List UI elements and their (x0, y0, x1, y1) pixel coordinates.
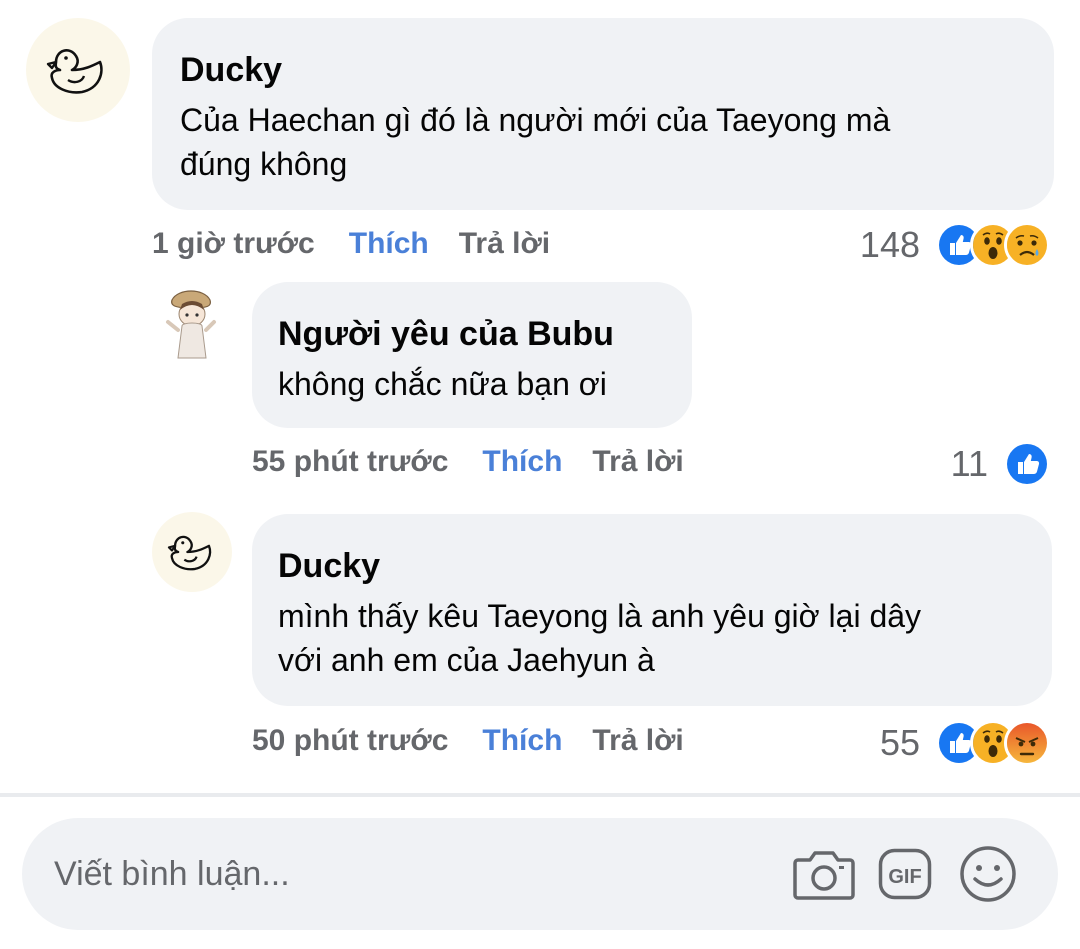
comment-text-line: Của Haechan gì đó là người mới của Taeyo… (180, 102, 891, 138)
svg-text:GIF: GIF (888, 866, 921, 888)
comment-actions: 1 giờ trước Thích Trả lời (152, 226, 550, 262)
comment-bubble[interactable]: Người yêu của Bubu không chắc nữa bạn ơi (252, 282, 692, 428)
like-button[interactable]: Thích (482, 723, 562, 759)
gif-icon[interactable]: GIF (878, 848, 932, 900)
reaction-count: 11 (950, 443, 988, 484)
comment-timestamp[interactable]: 1 giờ trước (152, 226, 315, 262)
comment-actions: 50 phút trước Thích Trả lời (252, 723, 684, 759)
section-divider (0, 793, 1080, 797)
like-icon (1004, 441, 1050, 487)
angry-icon (1004, 720, 1050, 766)
camera-icon[interactable] (792, 846, 856, 902)
reply-button[interactable]: Trả lời (592, 723, 683, 759)
comment-composer[interactable]: Viết bình luận... GIF (22, 818, 1058, 930)
duck-avatar-icon[interactable] (26, 18, 130, 122)
comment-bubble[interactable]: Ducky mình thấy kêu Taeyong là anh yêu g… (252, 514, 1052, 706)
comment-text-line: với anh em của Jaehyun à (278, 642, 655, 678)
comment-input-placeholder[interactable]: Viết bình luận... (54, 854, 290, 894)
like-button[interactable]: Thích (482, 444, 562, 480)
reaction-summary[interactable]: 11 (951, 441, 1050, 487)
comment-text-line: mình thấy kêu Taeyong là anh yêu giờ lại… (278, 598, 922, 634)
duck-avatar-icon[interactable] (152, 512, 232, 592)
reaction-count: 148 (859, 224, 920, 265)
comment-author[interactable]: Người yêu của Bubu (278, 314, 666, 354)
sad-icon (1004, 222, 1050, 268)
reaction-summary[interactable]: 148 (860, 222, 1050, 268)
emoji-icon[interactable] (958, 844, 1018, 904)
reply-button[interactable]: Trả lời (592, 444, 683, 480)
comment-author[interactable]: Ducky (180, 50, 1026, 90)
comment-text-line: không chắc nữa bạn ơi (278, 366, 607, 402)
comment-bubble[interactable]: Ducky Của Haechan gì đó là người mới của… (152, 18, 1054, 210)
reaction-summary[interactable]: 55 (880, 720, 1050, 766)
anime-character-avatar[interactable] (152, 282, 232, 362)
comment-timestamp[interactable]: 50 phút trước (252, 723, 448, 759)
like-button[interactable]: Thích (349, 226, 429, 262)
reaction-count: 55 (879, 722, 920, 763)
reply-button[interactable]: Trả lời (459, 226, 550, 262)
comment-text-line: đúng không (180, 146, 348, 182)
comment-actions: 55 phút trước Thích Trả lời (252, 444, 684, 480)
comment-author[interactable]: Ducky (278, 546, 1026, 586)
comment-timestamp[interactable]: 55 phút trước (252, 444, 448, 480)
